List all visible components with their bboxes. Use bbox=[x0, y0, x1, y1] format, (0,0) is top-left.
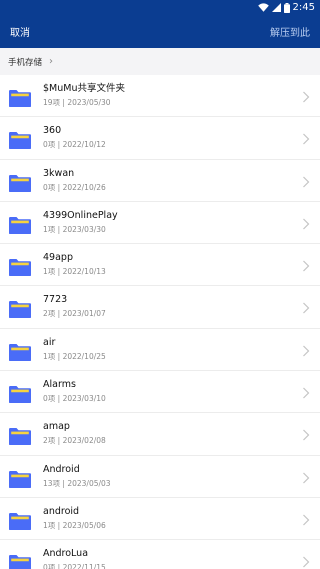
folder-icon bbox=[9, 512, 31, 530]
folder-icon bbox=[9, 90, 31, 107]
folder-text: android 1项 | 2023/05/06 bbox=[43, 505, 106, 532]
folder-meta: 19项 | 2023/05/30 bbox=[43, 98, 111, 107]
folder-meta: 13项 | 2023/05/03 bbox=[43, 478, 111, 488]
folder-icon bbox=[9, 132, 31, 150]
folder-name: amap bbox=[43, 421, 70, 433]
chevron-right-icon bbox=[303, 387, 310, 399]
folder-icon bbox=[9, 259, 31, 277]
chevron-right-icon bbox=[303, 218, 310, 230]
chevron-right-icon bbox=[303, 345, 310, 357]
folder-name: 49app bbox=[43, 252, 73, 264]
folder-icon bbox=[9, 174, 31, 192]
folder-name: $MuMu共享文件夹 bbox=[43, 83, 125, 94]
folder-row[interactable]: android 1项 | 2023/05/06 bbox=[0, 498, 320, 541]
folder-row[interactable]: 4399OnlinePlay 1项 | 2023/03/30 bbox=[0, 202, 320, 245]
folder-row[interactable]: AndroLua 0项 | 2022/11/15 bbox=[0, 540, 320, 569]
folder-text: 3kwan 0项 | 2022/10/26 bbox=[43, 167, 106, 194]
breadcrumb: 手机存储 › bbox=[0, 48, 320, 75]
folder-name: AndroLua bbox=[43, 548, 89, 560]
folder-meta: 1项 | 2022/10/13 bbox=[43, 267, 106, 277]
folder-row[interactable]: $MuMu共享文件夹 19项 | 2023/05/30 bbox=[0, 75, 320, 118]
folder-text: Android 13项 | 2023/05/03 bbox=[43, 463, 111, 490]
extract-here-button[interactable]: 解压到此 bbox=[270, 24, 310, 39]
folder-meta: 0项 | 2023/03/10 bbox=[43, 394, 106, 404]
folder-text: 360 0项 | 2022/10/12 bbox=[43, 124, 106, 151]
folder-meta: 2项 | 2023/01/07 bbox=[43, 309, 106, 319]
folder-text: AndroLua 0项 | 2022/11/15 bbox=[43, 547, 106, 569]
folder-text: $MuMu共享文件夹 19项 | 2023/05/30 bbox=[43, 82, 125, 109]
folder-text: 7723 2项 | 2023/01/07 bbox=[43, 293, 106, 320]
folder-row[interactable]: amap 2项 | 2023/02/08 bbox=[0, 413, 320, 456]
folder-text: air 1项 | 2022/10/25 bbox=[43, 336, 106, 363]
battery-icon bbox=[283, 2, 290, 13]
chevron-right-icon bbox=[303, 556, 310, 568]
folder-meta: 0项 | 2022/11/15 bbox=[43, 563, 106, 569]
folder-icon bbox=[9, 428, 31, 446]
chevron-right-icon bbox=[303, 91, 310, 103]
folder-name: 7723 bbox=[43, 294, 68, 306]
chevron-right-icon bbox=[303, 429, 310, 441]
chevron-right-icon bbox=[303, 133, 310, 145]
folder-meta: 2项 | 2023/02/08 bbox=[43, 436, 106, 446]
folder-name: Android bbox=[43, 463, 80, 475]
folder-icon bbox=[9, 343, 31, 361]
folder-row[interactable]: 49app 1项 | 2022/10/13 bbox=[0, 244, 320, 287]
folder-meta: 1项 | 2023/03/30 bbox=[43, 224, 106, 234]
cancel-button[interactable]: 取消 bbox=[10, 24, 30, 39]
folder-meta: 0项 | 2022/10/26 bbox=[43, 182, 106, 192]
status-time: 2:45 bbox=[292, 2, 315, 13]
folder-text: 49app 1项 | 2022/10/13 bbox=[43, 251, 106, 278]
chevron-right-icon bbox=[303, 514, 310, 526]
breadcrumb-chevron-icon: › bbox=[49, 56, 54, 67]
folder-row[interactable]: Android 13项 | 2023/05/03 bbox=[0, 456, 320, 498]
folder-row[interactable]: Alarms 0项 | 2023/03/10 bbox=[0, 371, 320, 414]
top-toolbar: 取消 解压到此 bbox=[0, 15, 320, 48]
folder-icon bbox=[9, 555, 31, 569]
folder-row[interactable]: air 1项 | 2022/10/25 bbox=[0, 329, 320, 372]
wifi-icon bbox=[257, 3, 269, 12]
signal-icon bbox=[271, 3, 281, 12]
folder-icon bbox=[9, 301, 31, 319]
folder-row[interactable]: 7723 2项 | 2023/01/07 bbox=[0, 286, 320, 329]
folder-row[interactable]: 360 0项 | 2022/10/12 bbox=[0, 117, 320, 160]
folder-name: 360 bbox=[43, 125, 62, 137]
folder-name: air bbox=[43, 336, 56, 348]
folder-list: $MuMu共享文件夹 19项 | 2023/05/30 360 0项 | 2022/1… bbox=[0, 75, 320, 569]
folder-row[interactable]: 3kwan 0项 | 2022/10/26 bbox=[0, 160, 320, 202]
chevron-right-icon bbox=[303, 260, 310, 272]
folder-name: 4399OnlinePlay bbox=[43, 209, 118, 221]
folder-text: 4399OnlinePlay 1项 | 2023/03/30 bbox=[43, 209, 118, 236]
folder-name: android bbox=[43, 505, 80, 517]
folder-meta: 0项 | 2022/10/12 bbox=[43, 140, 106, 150]
chevron-right-icon bbox=[303, 303, 310, 314]
folder-name: Alarms bbox=[43, 379, 76, 391]
chevron-right-icon bbox=[303, 176, 310, 188]
folder-icon bbox=[9, 216, 31, 234]
folder-name: 3kwan bbox=[43, 167, 75, 179]
breadcrumb-root[interactable]: 手机存储 bbox=[8, 56, 42, 68]
status-bar: 2:45 bbox=[0, 0, 320, 15]
folder-text: amap 2项 | 2023/02/08 bbox=[43, 420, 106, 447]
folder-icon bbox=[9, 386, 31, 404]
chevron-right-icon bbox=[303, 472, 310, 484]
folder-icon bbox=[9, 470, 31, 488]
folder-meta: 1项 | 2023/05/06 bbox=[43, 520, 106, 530]
folder-meta: 1项 | 2022/10/25 bbox=[43, 351, 106, 361]
folder-text: Alarms 0项 | 2023/03/10 bbox=[43, 378, 106, 405]
